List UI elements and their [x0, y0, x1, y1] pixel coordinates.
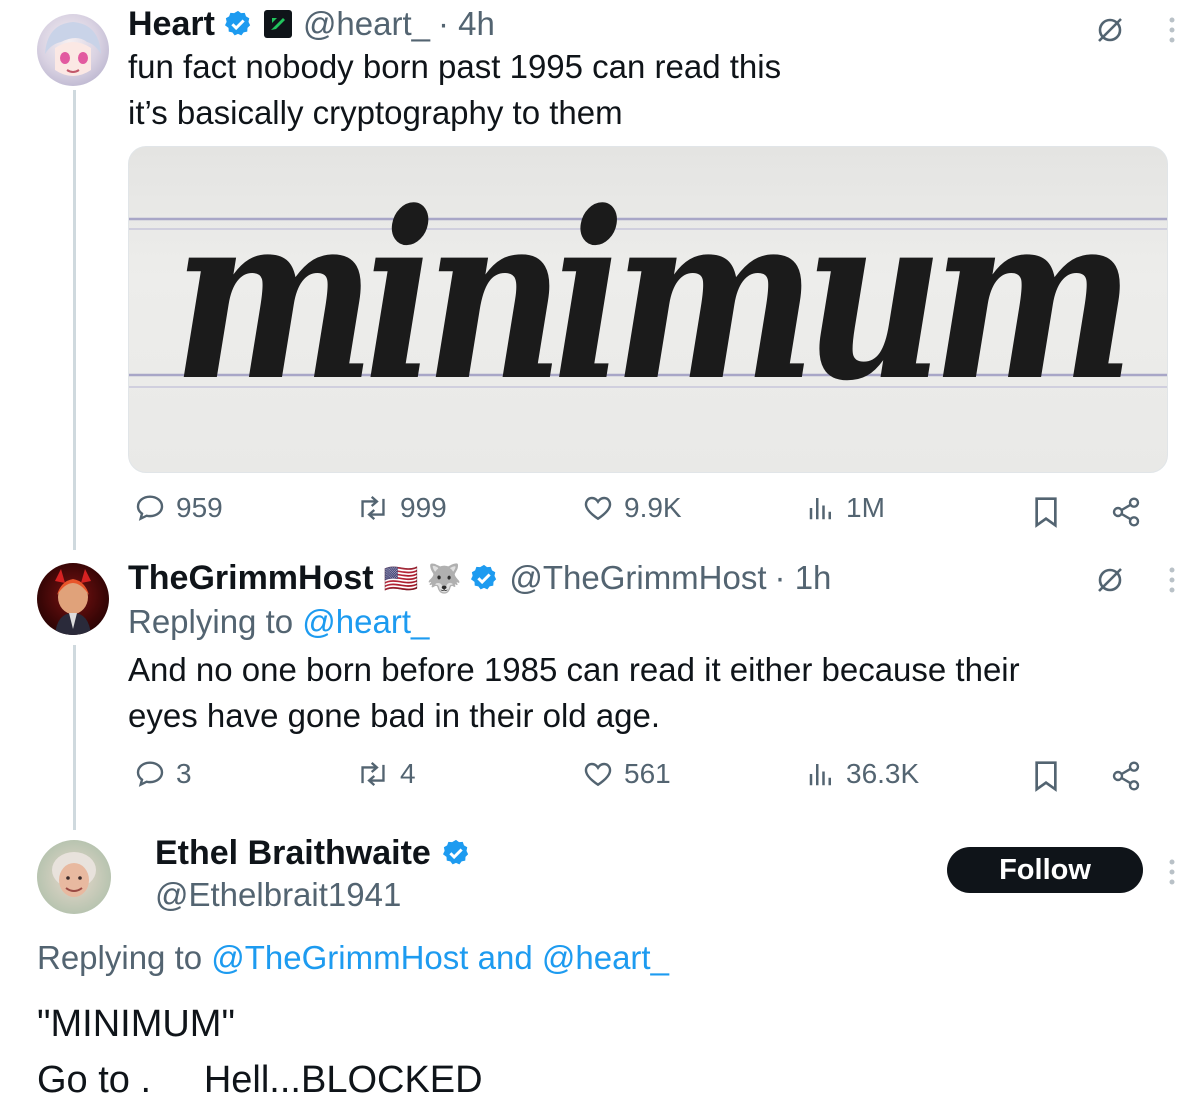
display-name[interactable]: Heart [128, 5, 215, 44]
bookmark-icon[interactable] [1028, 758, 1064, 794]
tweet-text-line: And no one born before 1985 can read it … [128, 651, 1020, 688]
handle[interactable]: @Ethelbrait1941 [155, 876, 401, 913]
affiliate-badge-icon [263, 9, 293, 39]
follow-button[interactable]: Follow [947, 847, 1143, 893]
heart-icon [584, 762, 612, 787]
views-icon [809, 498, 831, 520]
retweet-count: 999 [400, 492, 447, 523]
demon-avatar-icon [55, 569, 91, 635]
verified-badge-icon [223, 9, 253, 39]
retweet-button[interactable]: 999 [356, 492, 447, 524]
replying-to-label: Replying to [37, 939, 212, 976]
thread-line [73, 90, 76, 550]
views-button[interactable]: 1M [806, 492, 885, 524]
thread-line [73, 645, 76, 830]
more-options-icon[interactable] [1160, 560, 1184, 600]
retweet-icon [361, 761, 385, 787]
wolf-emoji: 🐺 [426, 562, 462, 594]
tweet-text-line: eyes have gone bad in their old age. [128, 697, 661, 734]
replying-to-link[interactable]: @TheGrimmHost [211, 939, 468, 977]
like-button[interactable]: 561 [582, 758, 671, 790]
grok-icon[interactable] [1090, 560, 1130, 600]
reply-button[interactable]: 3 [134, 758, 192, 790]
bookmark-icon[interactable] [1028, 494, 1064, 530]
reply-icon [136, 761, 164, 787]
verified-badge-icon [441, 838, 471, 868]
anime-avatar-icon [45, 22, 101, 76]
more-options-icon[interactable] [1160, 852, 1184, 892]
tweet-media-image[interactable]: minimum [128, 146, 1168, 473]
retweet-icon [361, 495, 385, 521]
tweet-text-line: it’s basically cryptography to them [128, 94, 623, 131]
like-count: 9.9K [624, 492, 682, 523]
tweet-text-line: "MINIMUM" [37, 1003, 235, 1045]
elderly-woman-avatar-icon [52, 852, 96, 897]
handle[interactable]: @TheGrimmHost [509, 559, 766, 597]
avatar[interactable] [37, 14, 109, 86]
reply-count: 3 [176, 758, 192, 789]
display-name[interactable]: Ethel Braithwaite [155, 834, 431, 873]
reply-icon [136, 495, 164, 521]
like-count: 561 [624, 758, 671, 789]
verified-badge-icon [469, 563, 499, 593]
us-flag-emoji: 🇺🇸 [383, 562, 419, 594]
replying-to-label: Replying to [128, 603, 303, 640]
replying-and: and [468, 939, 542, 976]
calligraphy-image: minimum [129, 162, 1167, 432]
reply-button[interactable]: 959 [134, 492, 223, 524]
avatar[interactable] [37, 563, 109, 635]
handle[interactable]: @heart_ [303, 5, 430, 43]
retweet-count: 4 [400, 758, 416, 789]
like-button[interactable]: 9.9K [582, 492, 682, 524]
views-button[interactable]: 36.3K [806, 758, 919, 790]
timestamp[interactable]: · 1h [775, 559, 832, 597]
heart-icon [584, 496, 612, 521]
replying-to-link[interactable]: @heart_ [302, 603, 429, 641]
reply-count: 959 [176, 492, 223, 523]
tweet-text-line: Go to . Hell...BLOCKED [37, 1059, 483, 1101]
tweet-text-line: fun fact nobody born past 1995 can read … [128, 48, 782, 85]
views-count: 36.3K [846, 758, 920, 789]
share-icon[interactable] [1108, 494, 1144, 530]
replying-to-link[interactable]: @heart_ [542, 939, 669, 977]
views-count: 1M [846, 492, 885, 523]
retweet-button[interactable]: 4 [356, 758, 416, 790]
share-icon[interactable] [1108, 758, 1144, 794]
display-name[interactable]: TheGrimmHost [128, 559, 374, 598]
views-icon [809, 764, 831, 786]
calligraphy-word: minimum [173, 162, 1123, 432]
timestamp[interactable]: · 4h [438, 5, 495, 43]
avatar[interactable] [37, 840, 111, 914]
